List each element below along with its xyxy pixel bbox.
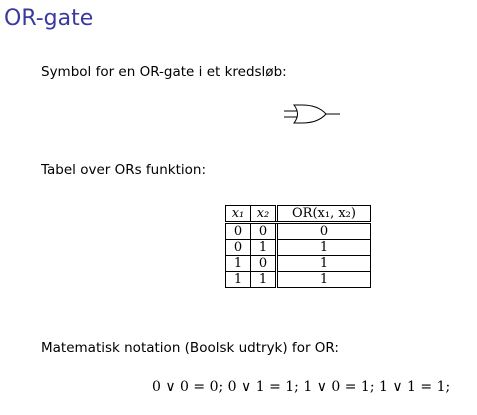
table-cell: 0 <box>250 255 277 272</box>
header-or: OR(x₁, x₂) <box>275 205 371 224</box>
header-x1: x₁ <box>225 205 251 224</box>
table-cell: 1 <box>225 255 251 272</box>
table-row: 0 0 0 <box>225 222 371 240</box>
table-cell: 1 <box>250 271 277 288</box>
table-cell: 0 <box>225 239 251 256</box>
table-cell: 1 <box>275 271 371 288</box>
table-cell: 1 <box>275 239 371 256</box>
table-cell: 1 <box>225 271 251 288</box>
table-row: 1 0 1 <box>225 255 371 272</box>
truth-table: x₁ x₂ OR(x₁, x₂) 0 0 0 0 1 1 1 0 1 1 1 1 <box>225 205 371 288</box>
symbol-description: Symbol for en OR-gate i et kredsløb: <box>41 64 287 80</box>
table-row: 0 1 1 <box>225 239 371 256</box>
notation-description: Matematisk notation (Boolsk udtryk) for … <box>41 340 339 356</box>
slide-title: OR-gate <box>4 6 94 31</box>
table-cell: 0 <box>225 222 251 240</box>
table-cell: 1 <box>275 255 371 272</box>
table-cell: 0 <box>275 222 371 240</box>
table-cell: 1 <box>250 239 277 256</box>
truth-table-header-row: x₁ x₂ OR(x₁, x₂) <box>225 205 371 224</box>
header-x2: x₂ <box>250 205 277 224</box>
table-intro: Tabel over ORs funktion: <box>41 162 207 178</box>
or-gate-icon <box>284 104 340 124</box>
table-row: 1 1 1 <box>225 271 371 288</box>
boolean-formula: 0 ∨ 0 = 0; 0 ∨ 1 = 1; 1 ∨ 0 = 1; 1 ∨ 1 =… <box>152 379 451 395</box>
table-cell: 0 <box>250 222 277 240</box>
